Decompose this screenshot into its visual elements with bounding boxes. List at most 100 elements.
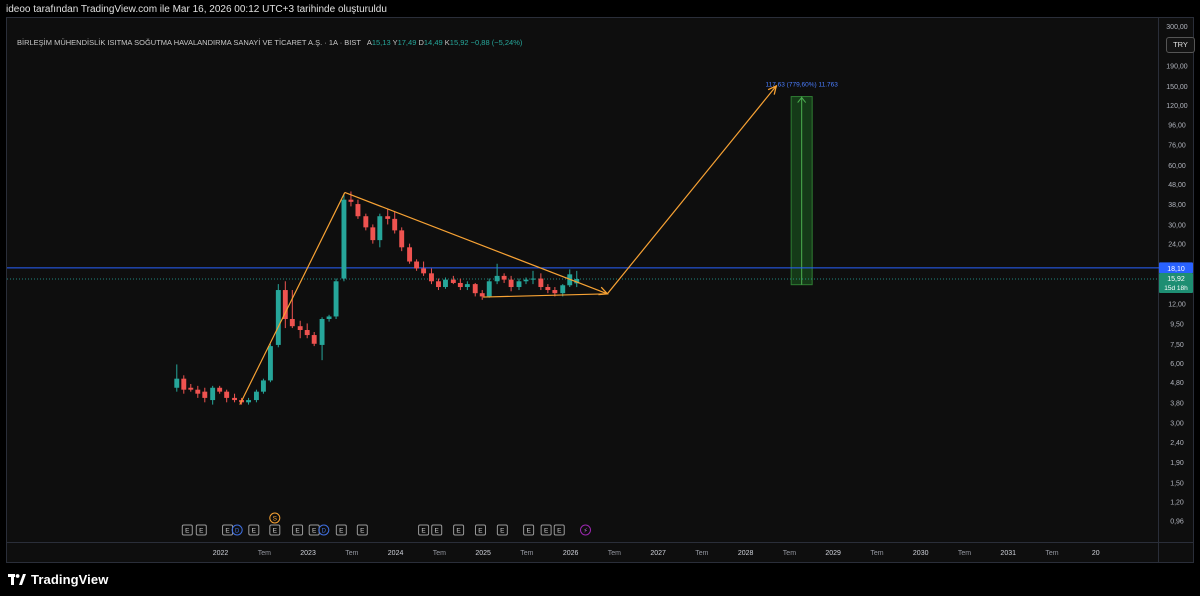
lower-trendline[interactable] [483,293,608,298]
candle[interactable] [297,320,303,339]
candle[interactable] [174,364,180,392]
price-tick-label: 48,00 [1168,182,1186,189]
event-marker[interactable]: E [308,524,320,536]
candle[interactable] [479,290,485,300]
candle[interactable] [282,281,288,329]
candle[interactable] [224,389,230,403]
candle[interactable] [267,343,273,383]
candle[interactable] [311,331,317,347]
candle[interactable] [436,278,441,291]
candle[interactable] [326,314,332,322]
candle[interactable] [538,273,544,291]
candle[interactable] [275,284,281,348]
candle[interactable] [407,243,413,264]
event-marker[interactable]: E [222,524,234,536]
candle[interactable] [202,387,208,403]
event-marker[interactable]: E [453,524,465,536]
candle-body [501,275,507,280]
candle[interactable] [443,277,448,289]
candle[interactable] [429,268,434,285]
last-price-value: 15,92 [1167,276,1185,283]
chart-plot[interactable]: 117,63 (779,60%) 11.763 EEEDEEEEDEEEEEEE… [7,18,1193,562]
price-tick-label: 12,00 [1168,301,1186,308]
candle[interactable] [333,278,339,320]
event-marker[interactable]: E [496,524,508,536]
candle[interactable] [232,393,237,403]
impulse-arrow[interactable] [239,192,346,405]
candle[interactable] [574,270,580,288]
horizontal-line-price-tag[interactable]: 18,10 [1159,262,1193,274]
candle[interactable] [450,275,456,285]
event-marker[interactable]: E [195,524,207,536]
candle[interactable] [486,278,492,298]
candle[interactable] [370,224,376,244]
candle[interactable] [355,199,361,219]
candle[interactable] [377,213,383,248]
candle[interactable] [385,208,391,225]
price-tick-label: 9,50 [1170,321,1184,328]
event-marker[interactable]: E [181,524,193,536]
candle[interactable] [494,263,500,285]
event-marker[interactable]: E [523,524,535,536]
bar-countdown: 15d 18h [1164,285,1188,292]
projection-arrow[interactable] [606,85,777,295]
low-value: 14,49 [423,38,443,47]
candle[interactable] [319,317,325,361]
event-marker[interactable]: E [553,524,565,536]
candle[interactable] [508,275,514,292]
candle[interactable] [457,278,463,291]
candle[interactable] [414,259,420,271]
event-marker[interactable]: ⚡ [580,524,592,536]
candle[interactable] [501,273,507,283]
candle[interactable] [181,375,187,394]
candle[interactable] [210,385,216,405]
currency-button[interactable]: TRY [1166,37,1195,53]
symbol-name[interactable]: BİRLEŞİM MÜHENDİSLİK ISITMA SOĞUTMA HAVA… [17,38,361,47]
chart-frame[interactable]: 117,63 (779,60%) 11.763 EEEDEEEEDEEEEEEE… [6,17,1195,563]
candle[interactable] [341,193,347,282]
last-price-tag[interactable]: 15,92 15d 18h [1159,272,1193,293]
candle-body [472,284,478,294]
drawings-front-layer [239,84,778,405]
candle[interactable] [253,389,259,403]
event-marker[interactable]: E [292,524,304,536]
candle[interactable] [392,211,398,234]
tradingview-logo-icon [8,573,26,585]
candle[interactable] [260,378,266,394]
event-marker[interactable]: S [269,512,281,524]
candle[interactable] [545,284,551,294]
candle[interactable] [472,282,478,297]
candle-body [421,268,427,274]
candle[interactable] [530,270,536,285]
candle[interactable] [363,213,369,231]
candle[interactable] [523,277,529,285]
event-marker[interactable]: D [231,524,243,536]
candle[interactable] [217,385,223,394]
event-marker[interactable]: E [356,524,368,536]
event-marker[interactable]: E [474,524,486,536]
event-marker[interactable]: E [335,524,347,536]
earnings-label: E [544,528,549,535]
candle[interactable] [421,261,427,276]
candle[interactable] [304,323,310,339]
candle-body [195,389,201,394]
symbol-legend[interactable]: BİRLEŞİM MÜHENDİSLİK ISITMA SOĞUTMA HAVA… [17,38,522,47]
event-marker[interactable]: E [418,524,430,536]
candle-body [181,378,187,390]
event-marker[interactable]: E [431,524,443,536]
event-marker[interactable]: E [269,524,281,536]
candle[interactable] [464,281,470,291]
event-marker[interactable]: D [318,524,330,536]
candle[interactable] [399,227,405,252]
event-marker[interactable]: E [540,524,552,536]
candle[interactable] [195,385,201,398]
upper-trendline[interactable] [344,191,608,295]
event-marker[interactable]: E [248,524,260,536]
candle[interactable] [246,397,252,405]
candle[interactable] [188,384,194,392]
price-axis: 300,00240,00190,00150,00120,0096,0076,00… [1159,24,1193,526]
candle-body [552,290,558,294]
tradingview-footer[interactable]: TradingView [8,570,108,588]
candle[interactable] [516,278,522,291]
candle-body [289,319,295,327]
